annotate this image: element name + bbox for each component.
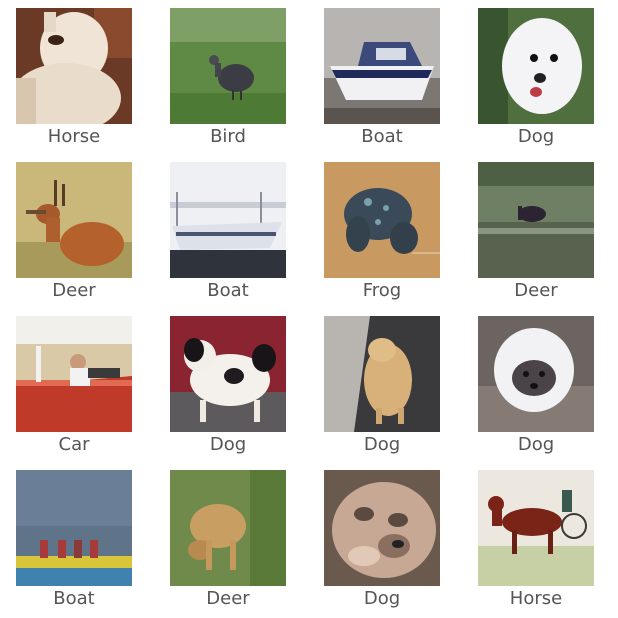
image-cell: Bird — [170, 8, 286, 156]
image-cell: Boat — [324, 8, 440, 156]
image-label: Horse — [509, 588, 563, 609]
thumbnail-frog — [324, 162, 440, 278]
image-cell: Deer — [16, 162, 132, 310]
image-cell: Deer — [478, 162, 594, 310]
thumbnail-dog-fluffy — [478, 316, 594, 432]
thumbnail-dog-white — [478, 8, 594, 124]
image-label: Deer — [52, 280, 96, 301]
thumbnail-deer-2 — [478, 162, 594, 278]
image-cell: Car — [16, 316, 132, 464]
thumbnail-dog-tan — [324, 316, 440, 432]
thumbnail-deer-3 — [170, 470, 286, 586]
thumbnail-dog-spotted — [170, 316, 286, 432]
image-label: Boat — [361, 126, 403, 147]
image-cell: Dog — [324, 470, 440, 618]
image-cell: Deer — [170, 470, 286, 618]
image-label: Dog — [517, 434, 555, 455]
image-label: Dog — [209, 434, 247, 455]
image-label: Deer — [514, 280, 558, 301]
thumbnail-boat-3 — [16, 470, 132, 586]
image-cell: Dog — [170, 316, 286, 464]
image-cell: Horse — [478, 470, 594, 618]
thumbnail-horse-head — [16, 8, 132, 124]
image-label: Dog — [363, 588, 401, 609]
image-cell: Frog — [324, 162, 440, 310]
image-label: Dog — [517, 126, 555, 147]
image-label: Dog — [363, 434, 401, 455]
thumbnail-horse-racing — [478, 470, 594, 586]
image-label: Deer — [206, 588, 250, 609]
thumbnail-bird — [170, 8, 286, 124]
image-cell: Horse — [16, 8, 132, 156]
thumbnail-boat-2 — [170, 162, 286, 278]
image-label: Boat — [207, 280, 249, 301]
image-cell: Boat — [16, 470, 132, 618]
thumbnail-car — [16, 316, 132, 432]
image-label: Car — [58, 434, 90, 455]
image-grid: Horse Bird Boat Dog Deer Boat Frog Deer … — [0, 0, 618, 618]
image-label: Boat — [53, 588, 95, 609]
thumbnail-boat-1 — [324, 8, 440, 124]
image-label: Bird — [210, 126, 246, 147]
image-label: Frog — [362, 280, 402, 301]
thumbnail-dog-face — [324, 470, 440, 586]
image-cell: Dog — [324, 316, 440, 464]
image-cell: Dog — [478, 8, 594, 156]
image-label: Horse — [47, 126, 101, 147]
thumbnail-deer-1 — [16, 162, 132, 278]
image-cell: Boat — [170, 162, 286, 310]
image-cell: Dog — [478, 316, 594, 464]
